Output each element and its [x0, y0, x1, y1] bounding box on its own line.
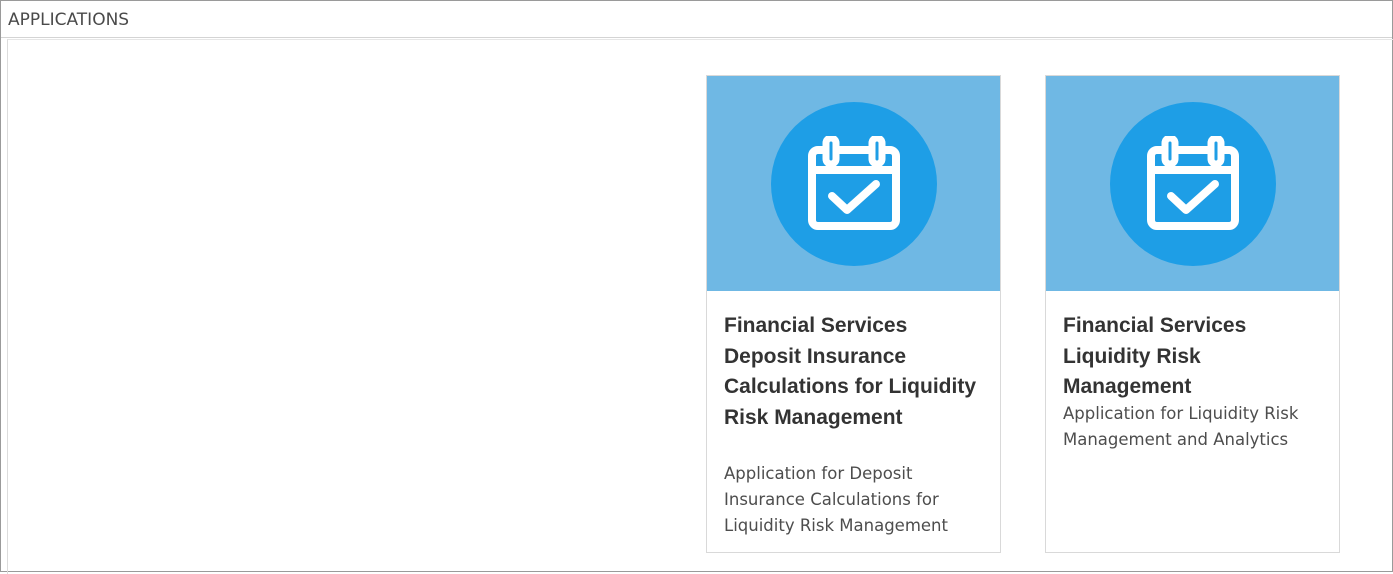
- application-name[interactable]: Financial Services Liquidity Risk Manage…: [1063, 311, 1318, 403]
- calendar-check-icon: [1110, 102, 1276, 266]
- panel-title: APPLICATIONS: [8, 10, 130, 30]
- panel-header: APPLICATIONS: [1, 1, 1392, 38]
- application-tile-liquidity-risk[interactable]: Financial Services Liquidity Risk Manage…: [1045, 75, 1340, 553]
- tile-banner: [707, 76, 1000, 291]
- application-name[interactable]: Financial Services Deposit Insurance Cal…: [724, 311, 979, 433]
- application-description: Application for Deposit Insurance Calcul…: [724, 464, 948, 535]
- calendar-check-icon: [771, 102, 937, 266]
- application-tile-deposit-insurance[interactable]: Financial Services Deposit Insurance Cal…: [706, 75, 1001, 553]
- applications-panel: APPLICATIONS Financial Services Deposit …: [0, 0, 1393, 574]
- application-description: Application for Liquidity Risk Managemen…: [1063, 404, 1299, 449]
- tile-banner: [1046, 76, 1339, 291]
